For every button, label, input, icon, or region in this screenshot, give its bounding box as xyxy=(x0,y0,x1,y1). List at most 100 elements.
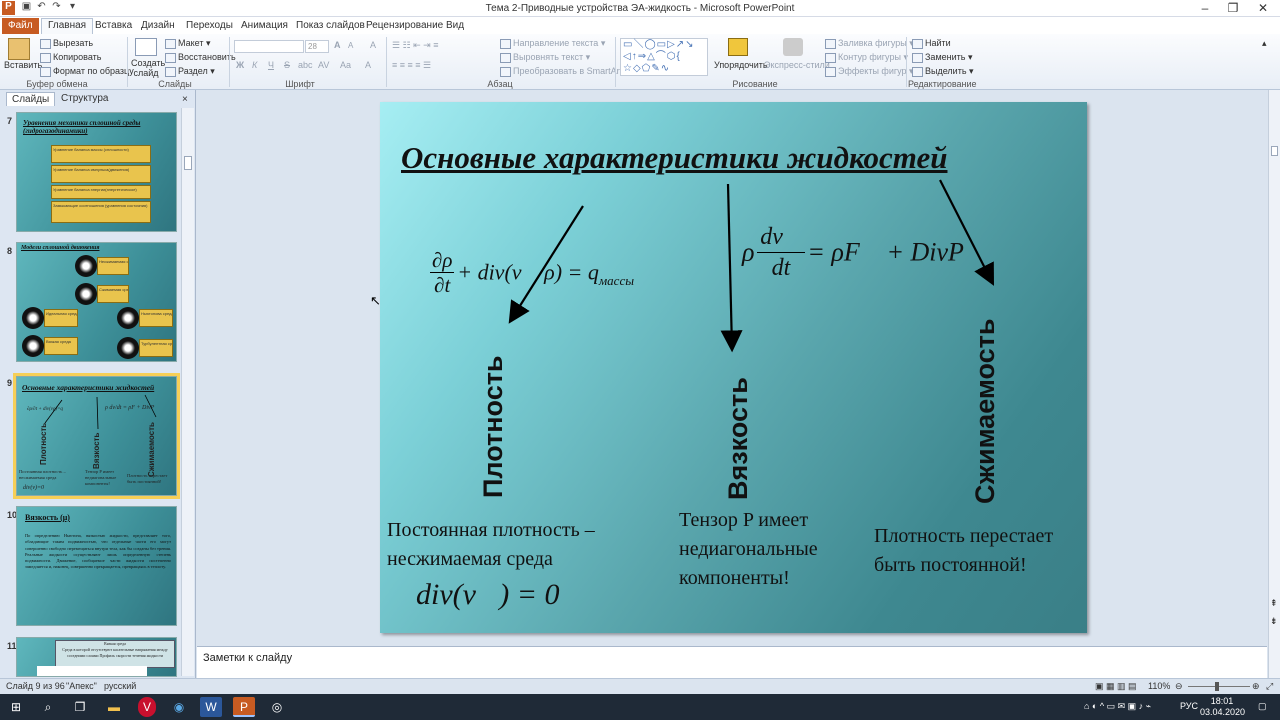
font-color-button[interactable]: A xyxy=(365,60,371,70)
replace-button[interactable]: Заменить ▾ xyxy=(912,52,972,63)
tab-view[interactable]: Вид xyxy=(440,17,470,34)
copy-button[interactable]: Копировать xyxy=(40,52,101,63)
zoom-level[interactable]: 110% xyxy=(1148,681,1170,691)
pane-scroll-thumb[interactable] xyxy=(184,156,192,170)
shrink-font-button[interactable]: A xyxy=(348,41,353,50)
tab-review[interactable]: Рецензирование xyxy=(360,17,449,34)
effects-icon xyxy=(825,66,836,77)
clock-time[interactable]: 18:01 xyxy=(1205,696,1239,706)
tab-file[interactable]: Файл xyxy=(2,18,39,34)
grow-font-button[interactable]: A xyxy=(334,40,341,50)
shape-outline-button[interactable]: Контур фигуры ▾ xyxy=(825,52,908,63)
shape-effects-button[interactable]: Эффекты фигур ▾ xyxy=(825,66,914,77)
windows-start-icon[interactable]: ⊞ xyxy=(5,697,27,717)
zoom-slider-thumb[interactable] xyxy=(1215,682,1219,691)
zoom-in-icon[interactable]: ⊕ xyxy=(1252,681,1260,692)
collapse-ribbon-icon[interactable]: ▴ xyxy=(1262,38,1267,49)
tab-outline[interactable]: Структура xyxy=(56,92,113,106)
tab-design[interactable]: Дизайн xyxy=(135,17,181,34)
current-slide[interactable]: Основные характеристики жидкостей ∂ρ ∂t … xyxy=(380,102,1087,633)
notes-pane[interactable]: Заметки к слайду xyxy=(197,646,1267,678)
shadow-button[interactable]: abc xyxy=(298,60,313,70)
smartart-icon xyxy=(500,66,511,77)
search-icon[interactable]: ⌕ xyxy=(37,697,59,717)
slide-thumb-8[interactable]: Модели сплошной двиюкения Несжимаемая ср… xyxy=(16,242,177,362)
align-text-button[interactable]: Выровнять текст ▾ xyxy=(500,52,590,63)
slide-thumb-11[interactable]: Вязкая среда Среда в которой отсутствуют … xyxy=(16,637,177,677)
tab-animation[interactable]: Анимация xyxy=(235,17,294,34)
browser-icon[interactable]: ◉ xyxy=(168,697,190,717)
new-slide-icon[interactable] xyxy=(135,38,157,56)
bullets-button[interactable]: ☰ ☷ ⇤ ⇥ ≡ xyxy=(392,40,438,51)
task-view-icon[interactable]: ❐ xyxy=(69,697,91,717)
format-painter-button[interactable]: Формат по образцу xyxy=(40,66,134,77)
quick-styles-button[interactable]: Экспресс-стили xyxy=(764,60,830,70)
underline-button[interactable]: Ч xyxy=(268,60,274,70)
input-language[interactable]: РУС xyxy=(1180,701,1198,711)
clear-format-button[interactable]: A xyxy=(370,40,376,50)
shape-fill-button[interactable]: Заливка фигуры ▾ xyxy=(825,38,914,49)
smartart-button[interactable]: Преобразовать в SmartArt ▾ xyxy=(500,66,629,77)
find-button[interactable]: Найти xyxy=(912,38,951,49)
bold-button[interactable]: Ж xyxy=(236,60,244,70)
notes-scrollbar[interactable] xyxy=(1268,646,1280,678)
zoom-slider[interactable] xyxy=(1188,686,1250,687)
close-button[interactable]: ✕ xyxy=(1248,0,1278,17)
change-case-button[interactable]: Aa xyxy=(340,60,351,70)
language-status[interactable]: русский xyxy=(104,681,136,691)
tray-icons[interactable]: ⌂ ◐ ^ ▭ ✉ ▣ ♪ ⌁ xyxy=(1084,701,1151,712)
reset-button[interactable]: Восстановить xyxy=(165,52,236,63)
maximize-button[interactable]: ❐ xyxy=(1218,0,1248,17)
section-button[interactable]: Раздел ▾ xyxy=(165,66,215,77)
close-pane-icon[interactable]: × xyxy=(182,94,188,105)
vivaldi-icon[interactable]: V xyxy=(138,697,156,717)
strikethrough-button[interactable]: S xyxy=(284,60,290,70)
editor-scrollbar[interactable]: ⇞ ⇟ xyxy=(1268,90,1280,646)
arrange-button[interactable]: Упорядочить xyxy=(714,60,768,70)
prev-slide-icon[interactable]: ⇞ xyxy=(1270,598,1278,609)
slide-thumb-7[interactable]: Уравнения механики сплошной среды (гидро… xyxy=(16,112,177,232)
shapes-gallery[interactable]: ▭＼◯▭▷↗↘ ◁↑⇒△⌒⬡{☆◇⬠✎∿ xyxy=(620,38,708,76)
tab-insert[interactable]: Вставка xyxy=(89,17,138,34)
view-buttons[interactable]: ▣ ▦ ▥ ▤ xyxy=(1095,681,1137,692)
slide-thumb-9[interactable]: Основные характеристики жидкостей ∂ρ/∂t … xyxy=(13,373,180,499)
text-direction-icon xyxy=(500,38,511,49)
notifications-icon[interactable]: ▢ xyxy=(1258,701,1267,712)
thumb-number: 8 xyxy=(7,246,13,256)
tab-home[interactable]: Главная xyxy=(41,18,94,34)
next-slide-icon[interactable]: ⇟ xyxy=(1270,616,1278,627)
align-buttons[interactable]: ≡ ≡ ≡ ≡ ☰ xyxy=(392,60,431,71)
file-explorer-icon[interactable]: ▬ xyxy=(103,697,125,717)
tab-transitions[interactable]: Переходы xyxy=(180,17,239,34)
slide-thumb-10[interactable]: Вязкость (μ) По определению Ньютона, вяз… xyxy=(16,506,177,626)
continuity-equation: ∂ρ ∂t + div(v⃗ ρ) = qмассы xyxy=(430,248,635,297)
fit-slide-icon[interactable]: ⤢ xyxy=(1266,681,1273,692)
editor-scroll-thumb[interactable] xyxy=(1271,146,1278,156)
layout-button[interactable]: Макет ▾ xyxy=(165,38,211,49)
word-icon[interactable]: W xyxy=(200,697,222,717)
tab-slideshow[interactable]: Показ слайдов xyxy=(290,17,371,34)
chrome-icon[interactable]: ◎ xyxy=(266,697,288,717)
text-direction-button[interactable]: Направление текста ▾ xyxy=(500,38,605,49)
thumb-number: 7 xyxy=(7,116,13,126)
powerpoint-icon[interactable]: P xyxy=(233,697,255,717)
zoom-out-icon[interactable]: ⊖ xyxy=(1175,681,1183,692)
new-slide-button[interactable]: Создать слайд xyxy=(131,58,165,78)
italic-button[interactable]: К xyxy=(252,60,257,70)
tab-slides[interactable]: Слайды xyxy=(6,92,56,106)
arrange-icon[interactable] xyxy=(728,38,748,56)
binoculars-icon xyxy=(912,38,923,49)
spacing-button[interactable]: AV xyxy=(318,60,329,70)
minimize-button[interactable]: – xyxy=(1190,0,1220,17)
paste-button[interactable]: Вставить xyxy=(4,60,42,70)
paste-icon[interactable] xyxy=(8,38,30,60)
pane-scrollbar[interactable] xyxy=(181,108,194,676)
desc-viscosity: Тензор P имеет недиагональные компоненты… xyxy=(679,509,818,589)
quick-styles-icon[interactable] xyxy=(783,38,803,56)
cut-button[interactable]: Вырезать xyxy=(40,38,93,49)
select-button[interactable]: Выделить ▾ xyxy=(912,66,974,77)
font-name-field[interactable] xyxy=(234,40,304,53)
font-size-field[interactable]: 28 xyxy=(305,40,329,53)
replace-icon xyxy=(912,52,923,63)
clock-date[interactable]: 03.04.2020 xyxy=(1200,707,1245,717)
